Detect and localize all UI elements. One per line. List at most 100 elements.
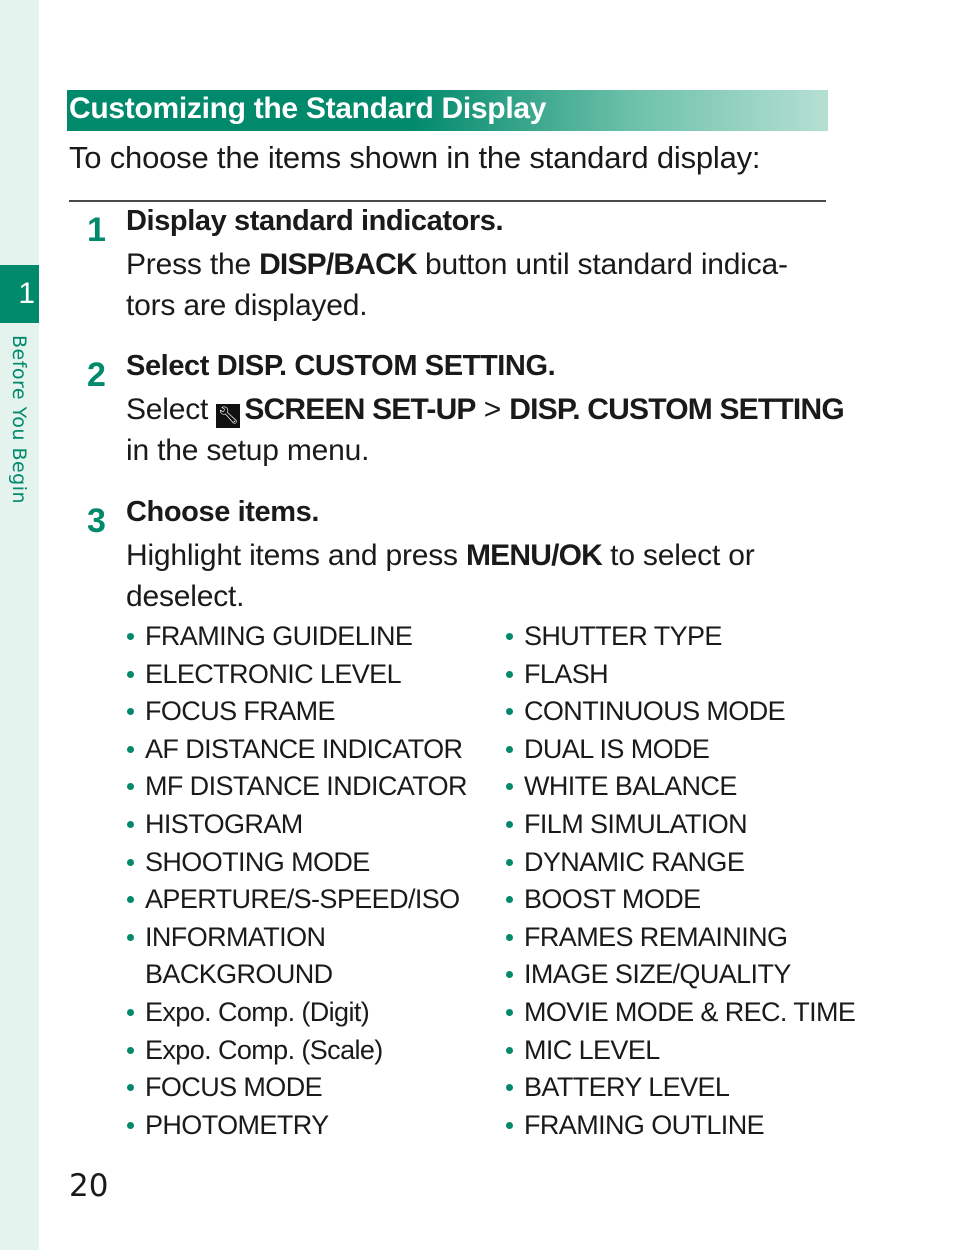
bullet-icon bbox=[506, 1084, 513, 1092]
bullet-icon bbox=[127, 933, 134, 941]
display-item: CONTINUOUS MODE bbox=[505, 693, 855, 731]
bullet-icon bbox=[127, 1046, 134, 1054]
display-items-right: SHUTTER TYPE FLASH CONTINUOUS MODE DUAL IS … bbox=[505, 618, 856, 1145]
display-item: DUAL IS MODE bbox=[505, 731, 855, 769]
display-item-label: WHITE BALANCE bbox=[524, 771, 737, 802]
display-item: FRAMING OUTLINE bbox=[505, 1107, 855, 1145]
bullet-icon bbox=[506, 896, 513, 904]
display-item-label: DYNAMIC RANGE bbox=[524, 846, 745, 877]
step-number: 2 bbox=[87, 356, 106, 394]
display-items-left: FRAMING GUIDELINE ELECTRONIC LEVEL FOCUS F… bbox=[126, 618, 468, 1145]
display-item: APERTURE/S-SPEED/ISO bbox=[126, 881, 467, 919]
chapter-sidebar: 1 Before You Begin bbox=[0, 0, 39, 1250]
display-item: HISTOGRAM bbox=[126, 806, 467, 844]
display-item: FRAMING GUIDELINE bbox=[126, 618, 467, 656]
step-body: Select 🔧︎ SCREEN SET-UP > DISP. CUSTOM SE… bbox=[126, 389, 846, 471]
step-body: Highlight items and press MENU/OK to sel… bbox=[126, 535, 826, 617]
display-item-label: SHUTTER TYPE bbox=[524, 621, 722, 651]
menu-path-screen-setup: SCREEN SET-UP bbox=[244, 393, 476, 426]
display-item-label: PHOTOMETRY bbox=[145, 1109, 329, 1140]
display-item-label: APERTURE/S-SPEED/ISO bbox=[145, 884, 460, 915]
step-title: Display standard indicators. bbox=[126, 205, 504, 237]
step-title: Choose items. bbox=[126, 496, 320, 528]
display-item-label: Expo. Comp. (Scale) bbox=[145, 1034, 383, 1065]
display-item-label: BOOST MODE bbox=[524, 884, 701, 915]
bullet-icon bbox=[506, 971, 513, 979]
step-text: tors are displayed. bbox=[126, 289, 368, 322]
step-text: to select or bbox=[602, 539, 755, 572]
display-item: MIC LEVEL bbox=[505, 1032, 855, 1070]
display-item-label: FRAMING OUTLINE bbox=[524, 1109, 765, 1140]
bullet-icon bbox=[127, 820, 134, 828]
step-text: Select bbox=[126, 393, 217, 426]
display-item: ELECTRONIC LEVEL bbox=[126, 656, 467, 694]
menu-path-disp-custom: DISP. CUSTOM SETTING bbox=[509, 393, 844, 426]
display-item-label: BATTERY LEVEL bbox=[524, 1072, 730, 1103]
display-item-label: FILM SIMULATION bbox=[524, 808, 748, 839]
display-item: FILM SIMULATION bbox=[505, 806, 855, 844]
step-text: in the setup menu. bbox=[126, 434, 370, 467]
display-item-label: FOCUS FRAME bbox=[145, 696, 336, 727]
bullet-icon bbox=[127, 896, 134, 904]
bullet-icon bbox=[506, 1046, 513, 1054]
display-item-label: MOVIE MODE & REC. TIME bbox=[524, 996, 856, 1027]
display-item: PHOTOMETRY bbox=[126, 1107, 467, 1145]
bullet-icon bbox=[506, 933, 513, 941]
display-item: SHUTTER TYPE bbox=[505, 618, 855, 656]
display-item-label: MIC LEVEL bbox=[524, 1034, 660, 1065]
bullet-icon bbox=[506, 670, 513, 678]
display-item: FRAMES REMAINING bbox=[505, 919, 855, 957]
display-item-label: MF DISTANCE INDICATOR bbox=[145, 771, 468, 802]
display-item: IMAGE SIZE/QUALITY bbox=[505, 956, 855, 994]
bullet-icon bbox=[127, 783, 134, 791]
display-item: INFORMATION BACKGROUND bbox=[126, 919, 467, 994]
bullet-icon bbox=[506, 783, 513, 791]
display-item-label: FRAMES REMAINING bbox=[524, 921, 788, 952]
display-item: MOVIE MODE & REC. TIME bbox=[505, 994, 856, 1032]
bullet-icon bbox=[506, 1008, 513, 1016]
bullet-icon bbox=[127, 1084, 134, 1092]
display-item: Expo. Comp. (Scale) bbox=[126, 1032, 467, 1070]
display-item: FOCUS MODE bbox=[126, 1069, 467, 1107]
bullet-icon bbox=[506, 858, 513, 866]
page-number: 20 bbox=[69, 1168, 109, 1204]
display-item: BATTERY LEVEL bbox=[505, 1069, 855, 1107]
display-item-label: HISTOGRAM bbox=[145, 808, 303, 839]
display-item: FOCUS FRAME bbox=[126, 693, 467, 731]
display-item: AF DISTANCE INDICATOR bbox=[126, 731, 467, 769]
display-item-label: CONTINUOUS MODE bbox=[524, 696, 786, 727]
step-body: Press the DISP/BACK button until standar… bbox=[126, 244, 826, 326]
chapter-number-tab: 1 bbox=[0, 265, 39, 323]
divider bbox=[69, 200, 826, 202]
bullet-icon bbox=[506, 1121, 513, 1129]
display-item: Expo. Comp. (Digit) bbox=[126, 994, 467, 1032]
step-title: Select DISP. CUSTOM SETTING. bbox=[126, 350, 556, 383]
display-item: SHOOTING MODE bbox=[126, 844, 467, 882]
bullet-icon bbox=[506, 708, 513, 716]
display-item-label: ELECTRONIC LEVEL bbox=[145, 658, 402, 689]
step-text: Highlight items and press bbox=[126, 539, 466, 572]
chapter-title: Before You Begin bbox=[8, 335, 30, 505]
menu-path-separator: > bbox=[475, 393, 510, 426]
display-item-label: FOCUS MODE bbox=[145, 1072, 323, 1103]
step-title-text: Select bbox=[126, 350, 217, 382]
display-item: BOOST MODE bbox=[505, 881, 855, 919]
bullet-icon bbox=[506, 745, 513, 753]
display-item-label: BACKGROUND bbox=[145, 959, 333, 990]
display-item-label: FLASH bbox=[524, 658, 609, 689]
display-item: MF DISTANCE INDICATOR bbox=[126, 768, 468, 806]
display-item: WHITE BALANCE bbox=[505, 768, 855, 806]
menu-ok-button-label: MENU/OK bbox=[465, 539, 603, 572]
bullet-icon bbox=[127, 670, 134, 678]
step-number: 1 bbox=[87, 211, 106, 249]
disp-back-button-label: DISP/BACK bbox=[259, 248, 418, 281]
step-text: button until standard indica- bbox=[416, 248, 788, 281]
bullet-icon bbox=[506, 820, 513, 828]
display-item-label: INFORMATION bbox=[145, 921, 326, 952]
display-item: DYNAMIC RANGE bbox=[505, 844, 855, 882]
display-item: FLASH bbox=[505, 656, 855, 694]
display-item-label: SHOOTING MODE bbox=[145, 846, 370, 877]
intro-text: To choose the items shown in the standar… bbox=[69, 140, 761, 175]
bullet-icon bbox=[127, 858, 134, 866]
section-title: Customizing the Standard Display bbox=[67, 90, 828, 131]
